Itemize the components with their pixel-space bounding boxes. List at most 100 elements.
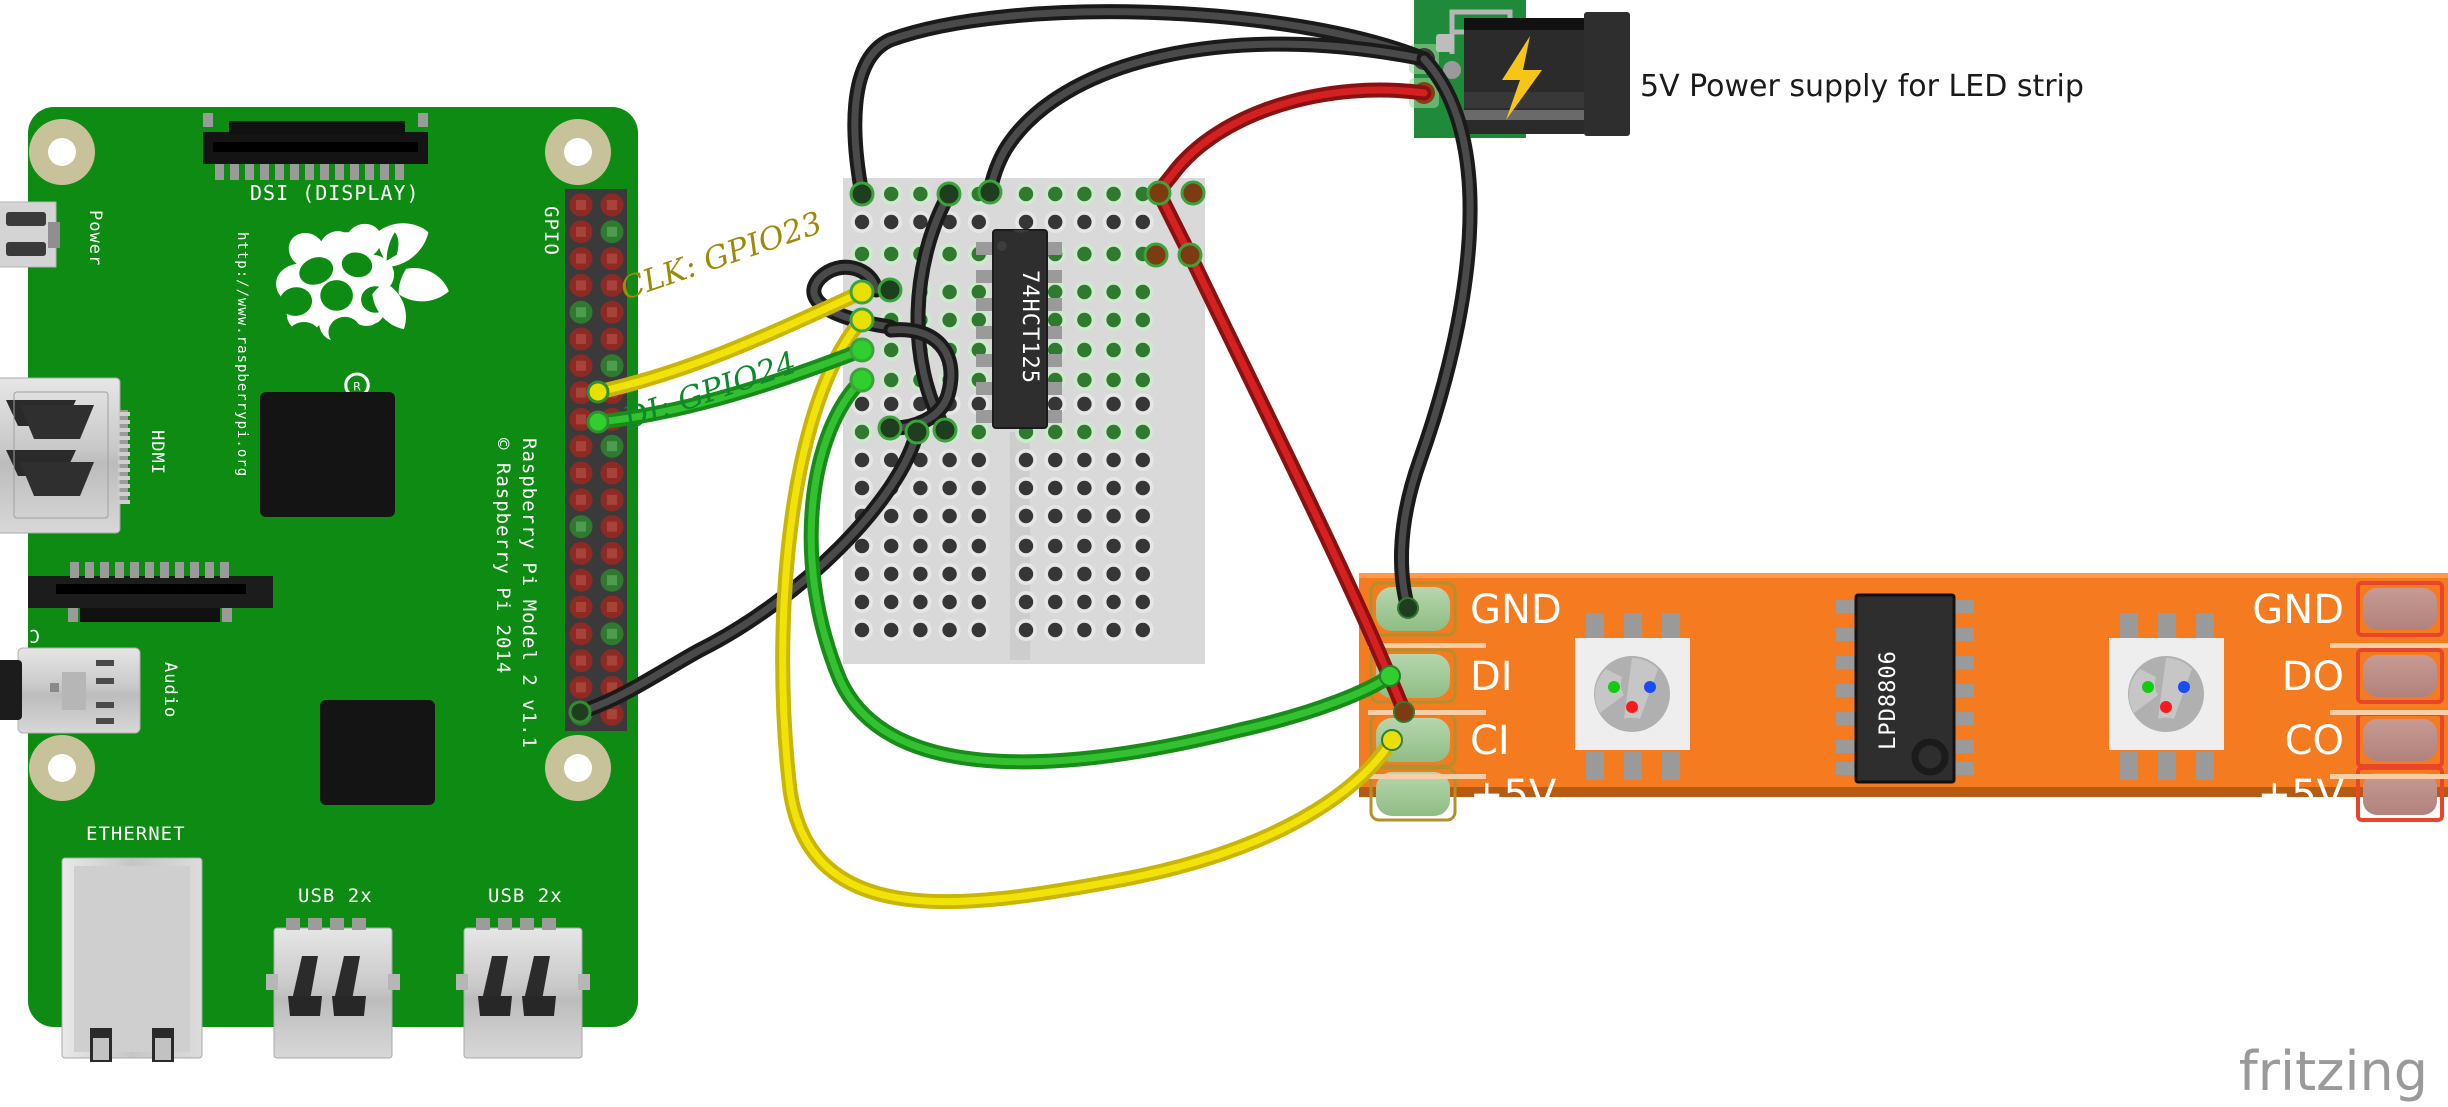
breadboard-hole[interactable] <box>913 186 928 202</box>
breadboard-hole[interactable] <box>1106 372 1121 388</box>
breadboard-hole[interactable] <box>1077 186 1092 202</box>
breadboard-hole[interactable] <box>1106 508 1121 524</box>
breadboard-hole[interactable] <box>971 284 986 300</box>
breadboard-hole[interactable] <box>1018 214 1034 230</box>
breadboard-hole[interactable] <box>1106 452 1121 468</box>
breadboard-hole[interactable] <box>971 594 986 610</box>
breadboard-hole[interactable] <box>1018 186 1034 202</box>
breadboard-hole[interactable] <box>1077 372 1092 388</box>
usb-connector-left[interactable] <box>266 918 400 1059</box>
breadboard-hole[interactable] <box>1048 214 1063 230</box>
breadboard-hole[interactable] <box>1135 622 1151 638</box>
breadboard-hole[interactable] <box>1077 312 1092 328</box>
ethernet-connector[interactable] <box>61 857 203 1062</box>
breadboard-hole[interactable] <box>1018 538 1034 554</box>
breadboard-hole[interactable] <box>913 622 928 638</box>
breadboard-hole[interactable] <box>942 452 957 468</box>
breadboard-hole[interactable] <box>854 594 870 610</box>
breadboard-hole[interactable] <box>942 538 957 554</box>
breadboard-hole[interactable] <box>971 538 986 554</box>
breadboard-hole[interactable] <box>854 480 870 496</box>
hdmi-connector[interactable] <box>0 377 130 534</box>
breadboard-hole[interactable] <box>942 594 957 610</box>
vcc-wire-psu-to-breadboard[interactable] <box>1151 82 1432 201</box>
breadboard-hole[interactable] <box>1077 246 1092 262</box>
breadboard-hole[interactable] <box>1135 480 1151 496</box>
power-supply[interactable] <box>1409 0 1630 138</box>
breadboard-hole[interactable] <box>854 396 870 412</box>
breadboard-hole[interactable] <box>1018 480 1034 496</box>
breadboard-hole[interactable] <box>1106 284 1121 300</box>
strip-pad[interactable] <box>2363 588 2437 630</box>
breadboard-hole[interactable] <box>1135 538 1151 554</box>
breadboard-hole[interactable] <box>884 396 899 412</box>
audio-jack-connector[interactable] <box>0 647 141 734</box>
breadboard-hole[interactable] <box>971 566 986 582</box>
breadboard-hole[interactable] <box>1135 372 1151 388</box>
breadboard-hole[interactable] <box>1077 566 1092 582</box>
breadboard-hole[interactable] <box>1106 186 1121 202</box>
breadboard-hole[interactable] <box>913 538 928 554</box>
breadboard-hole[interactable] <box>1077 480 1092 496</box>
breadboard-hole[interactable] <box>971 424 986 440</box>
breadboard-hole[interactable] <box>1077 452 1092 468</box>
breadboard-hole[interactable] <box>1106 424 1121 440</box>
breadboard-hole[interactable] <box>1106 342 1121 358</box>
raspberry-pi-board[interactable]: Power DSI (DISPLAY) R http://www.raspber… <box>0 107 638 1062</box>
led-strip[interactable]: GND DI CI +5V GND DO CO +5V LPD8806 <box>1359 573 2448 822</box>
breadboard-hole[interactable] <box>1048 424 1063 440</box>
breadboard-hole[interactable] <box>1077 284 1092 300</box>
breadboard-hole[interactable] <box>971 214 986 230</box>
breadboard-hole[interactable] <box>1018 622 1034 638</box>
breadboard-hole[interactable] <box>971 312 986 328</box>
gpio-header[interactable] <box>565 189 627 731</box>
breadboard-hole[interactable] <box>1106 214 1121 230</box>
breadboard-hole[interactable] <box>1077 214 1092 230</box>
breadboard-hole[interactable] <box>1135 508 1151 524</box>
strip-pad[interactable] <box>2363 773 2437 815</box>
breadboard-hole[interactable] <box>942 284 957 300</box>
breadboard-hole[interactable] <box>942 622 957 638</box>
breadboard-hole[interactable] <box>1018 508 1034 524</box>
breadboard-hole[interactable] <box>1135 284 1151 300</box>
breadboard-hole[interactable] <box>1048 312 1063 328</box>
breadboard-hole[interactable] <box>1048 186 1063 202</box>
breadboard-hole[interactable] <box>854 214 870 230</box>
breadboard-hole[interactable] <box>1018 566 1034 582</box>
breadboard-hole[interactable] <box>1106 594 1121 610</box>
breadboard-hole[interactable] <box>971 452 986 468</box>
breadboard-hole[interactable] <box>1048 480 1063 496</box>
breadboard-hole[interactable] <box>1106 480 1121 496</box>
breadboard-hole[interactable] <box>971 396 986 412</box>
breadboard-hole[interactable] <box>854 566 870 582</box>
breadboard-hole[interactable] <box>1077 396 1092 412</box>
breadboard-hole[interactable] <box>1106 396 1121 412</box>
breadboard-hole[interactable] <box>884 622 899 638</box>
gnd-wire-psu-to-breadboard-b[interactable] <box>982 36 1432 200</box>
gnd-wire-psu-to-strip[interactable] <box>1393 51 1478 616</box>
breadboard-hole[interactable] <box>971 508 986 524</box>
breadboard-hole[interactable] <box>942 480 957 496</box>
breadboard-hole[interactable] <box>884 246 899 262</box>
breadboard-hole[interactable] <box>1106 312 1121 328</box>
breadboard-hole[interactable] <box>1135 396 1151 412</box>
breadboard-hole[interactable] <box>942 312 957 328</box>
breadboard-hole[interactable] <box>884 342 899 358</box>
breadboard-hole[interactable] <box>854 246 870 262</box>
breadboard-hole[interactable] <box>1077 622 1092 638</box>
breadboard-hole[interactable] <box>854 452 870 468</box>
breadboard-hole[interactable] <box>1135 312 1151 328</box>
breadboard-hole[interactable] <box>884 186 899 202</box>
breadboard-hole[interactable] <box>1018 594 1034 610</box>
breadboard-hole[interactable] <box>884 566 899 582</box>
breadboard-hole[interactable] <box>1135 594 1151 610</box>
breadboard-hole[interactable] <box>1077 538 1092 554</box>
breadboard-hole[interactable] <box>1048 594 1063 610</box>
gnd-wire-psu-to-breadboard[interactable] <box>847 4 1432 202</box>
breadboard-hole[interactable] <box>913 214 928 230</box>
breadboard-hole[interactable] <box>1106 538 1121 554</box>
breadboard-hole[interactable] <box>971 480 986 496</box>
strip-pad[interactable] <box>2363 655 2437 697</box>
breadboard-hole[interactable] <box>942 246 957 262</box>
breadboard-hole[interactable] <box>1077 594 1092 610</box>
